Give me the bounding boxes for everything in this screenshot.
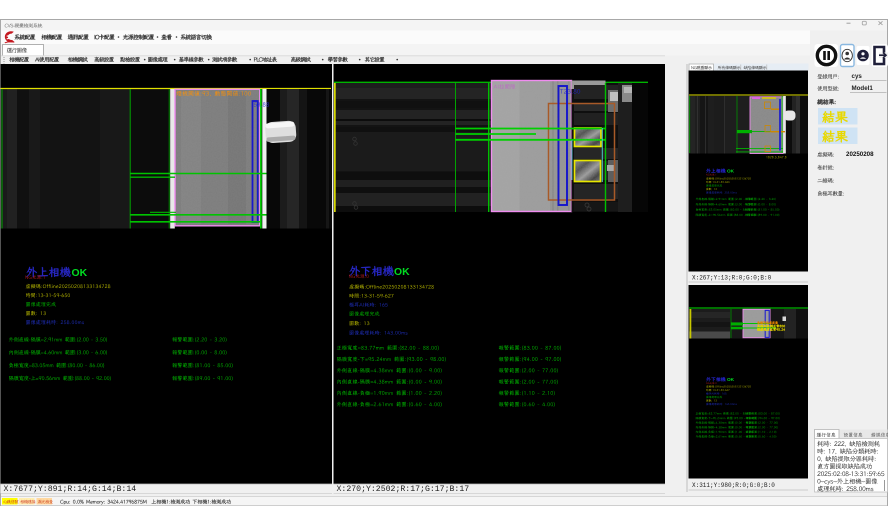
svg-text:OK: OK xyxy=(727,377,735,382)
svg-text:X:267;Y:13;R:0;G:0;B:0: X:267;Y:13;R:0;G:0;B:0 xyxy=(692,274,772,281)
svg-text:OK: OK xyxy=(72,268,88,279)
svg-text:cys: cys xyxy=(852,73,863,80)
svg-text:OK: OK xyxy=(727,169,735,174)
svg-text:20250208: 20250208 xyxy=(846,151,874,158)
svg-text:Model1: Model1 xyxy=(852,85,874,92)
svg-text:X:311;Y:980;R:0;G:0;B:0: X:311;Y:980;R:0;G:0;B:0 xyxy=(692,482,775,489)
svg-text:X:7677;Y:891;R:14;G:14;B:14: X:7677;Y:891;R:14;G:14;B:14 xyxy=(4,485,137,494)
svg-text:OK: OK xyxy=(394,267,410,278)
svg-text:X:270;Y:2502;R:17;G:17;B:17: X:270;Y:2502;R:17;G:17;B:17 xyxy=(337,485,470,494)
